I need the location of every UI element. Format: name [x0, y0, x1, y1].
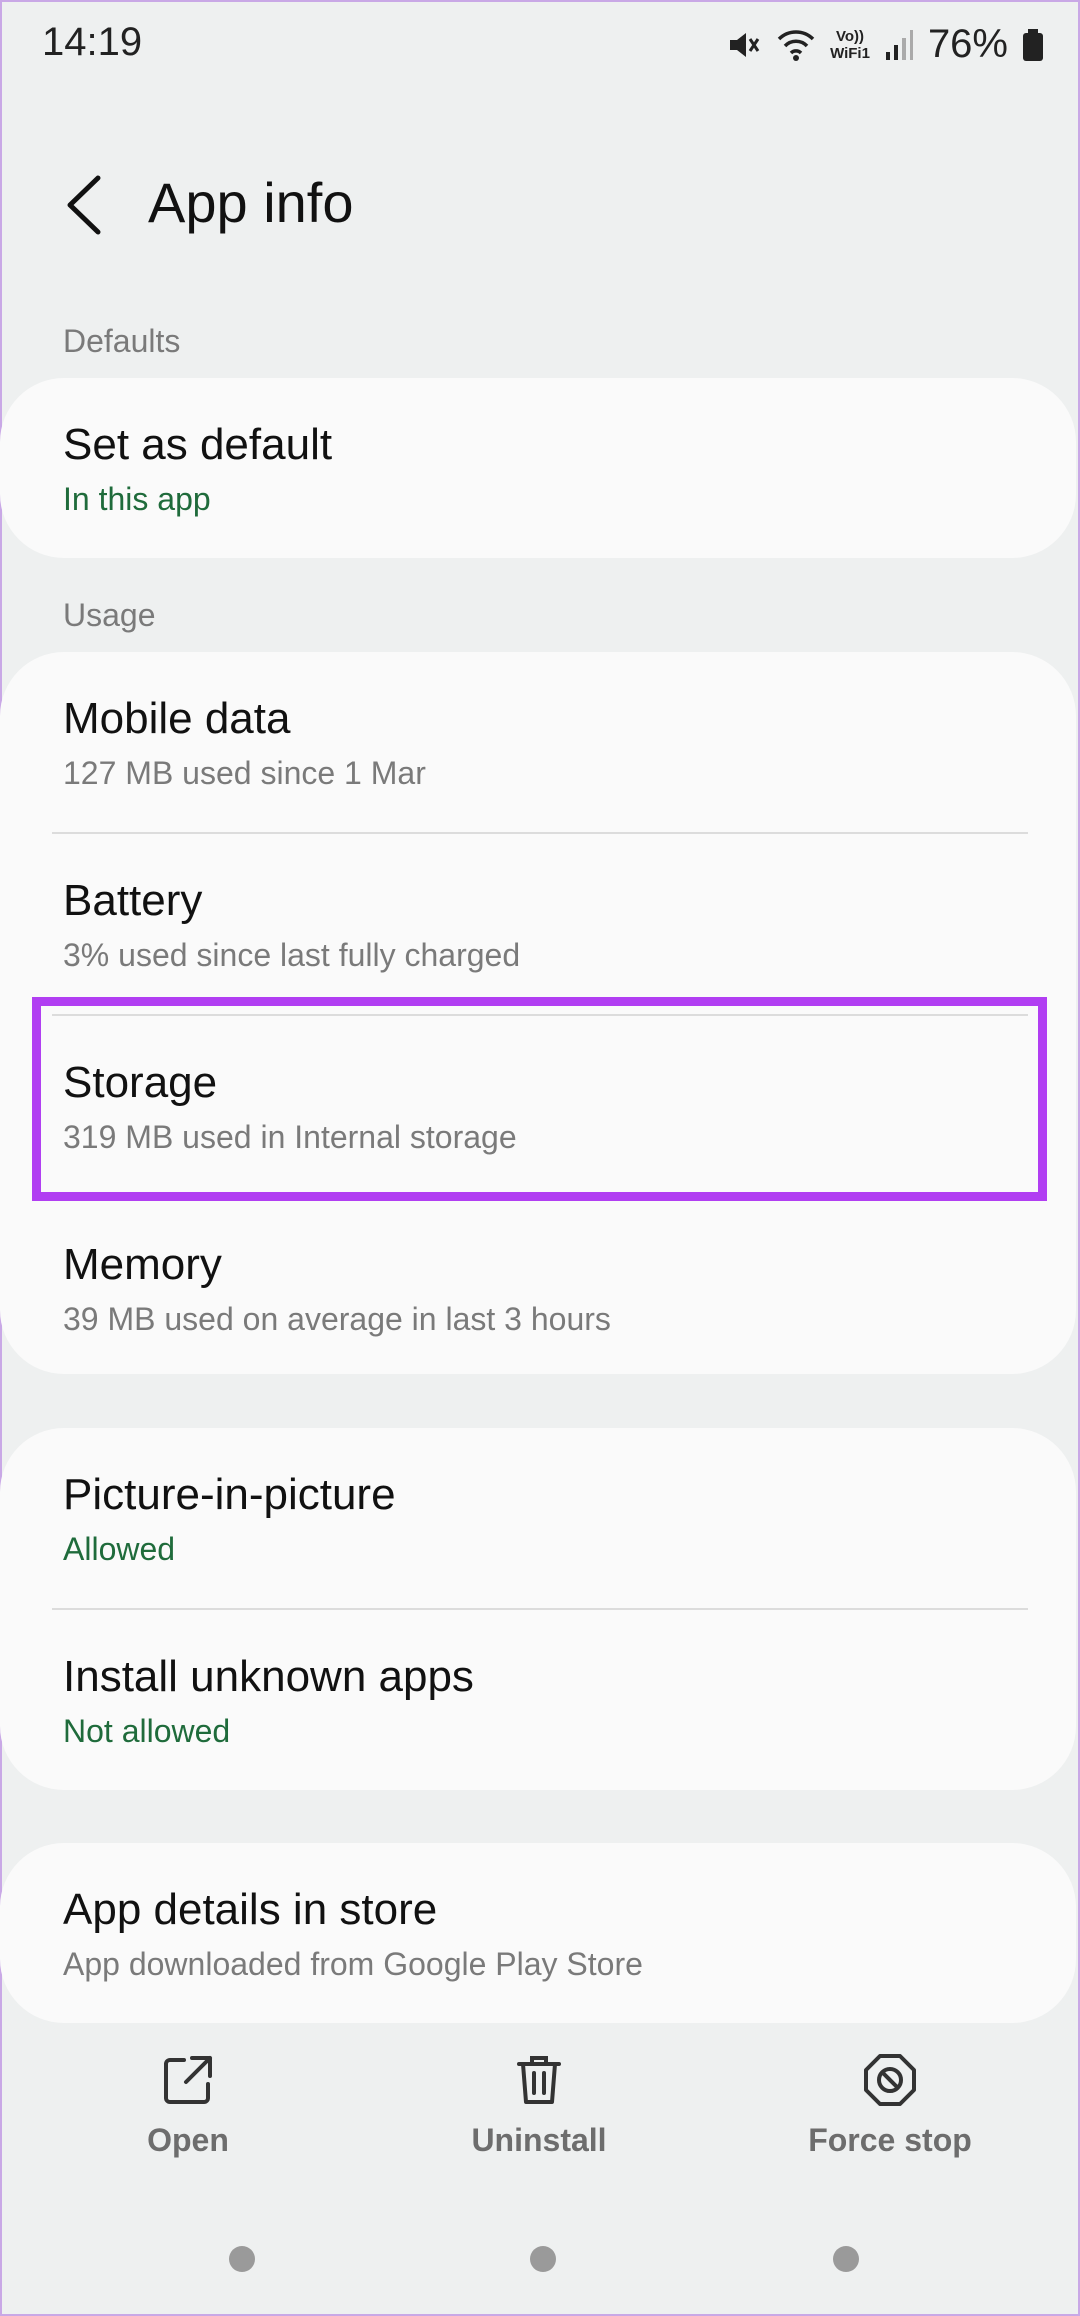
back-arrow-icon[interactable] [58, 172, 108, 238]
open-button[interactable]: Open [58, 2040, 318, 2159]
block-icon [864, 2054, 916, 2106]
navigation-bar [0, 2240, 1080, 2280]
battery-subtitle: 3% used since last fully charged [63, 937, 521, 973]
battery-item[interactable]: Battery 3% used since last fully charged [0, 834, 1076, 1014]
memory-title: Memory [63, 1240, 222, 1289]
set-as-default-subtitle: In this app [63, 481, 211, 517]
bottom-action-bar: Open Uninstall Force stop [0, 2040, 1080, 2170]
battery-percentage: 76% [927, 22, 1008, 66]
mobile-data-subtitle: 127 MB used since 1 Mar [63, 755, 426, 791]
picture-in-picture-title: Picture-in-picture [63, 1470, 396, 1519]
app-bar: App info [0, 150, 1080, 260]
set-as-default-title: Set as default [63, 420, 333, 469]
section-label-defaults: Defaults [63, 323, 181, 359]
status-bar: 14:19 Vo)) WiFi1 76% [0, 0, 1080, 90]
mobile-data-item[interactable]: Mobile data 127 MB used since 1 Mar [0, 652, 1076, 832]
mobile-data-title: Mobile data [63, 694, 291, 743]
picture-in-picture-item[interactable]: Picture-in-picture Allowed [0, 1428, 1076, 1608]
app-details-subtitle: App downloaded from Google Play Store [63, 1946, 643, 1982]
volte-top-text: Vo)) [835, 27, 865, 45]
permissions-card: Picture-in-picture Allowed Install unkno… [0, 1428, 1076, 1790]
nav-back-button[interactable] [833, 2246, 859, 2272]
battery-title: Battery [63, 876, 203, 925]
install-unknown-apps-title: Install unknown apps [63, 1652, 474, 1701]
nav-recents-button[interactable] [229, 2246, 255, 2272]
set-as-default-item[interactable]: Set as default In this app [0, 378, 1076, 558]
section-label-usage: Usage [63, 597, 156, 633]
store-card: App details in store App downloaded from… [0, 1843, 1076, 2023]
signal-icon [885, 29, 913, 60]
defaults-card: Set as default In this app [0, 378, 1076, 558]
storage-highlight-box [32, 997, 1047, 1201]
open-external-icon [164, 2056, 212, 2104]
app-details-in-store-item[interactable]: App details in store App downloaded from… [0, 1843, 1076, 2023]
mute-icon [730, 32, 760, 57]
force-stop-label: Force stop [808, 2122, 972, 2158]
nav-home-button[interactable] [530, 2246, 556, 2272]
picture-in-picture-subtitle: Allowed [63, 1531, 176, 1567]
volte-indicator: Vo)) WiFi1 [830, 28, 870, 62]
install-unknown-apps-subtitle: Not allowed [63, 1713, 231, 1749]
volte-bottom-text: WiFi1 [830, 44, 870, 62]
uninstall-button[interactable]: Uninstall [409, 2040, 669, 2159]
status-time: 14:19 [42, 20, 143, 64]
app-details-title: App details in store [63, 1885, 438, 1934]
memory-item[interactable]: Memory 39 MB used on average in last 3 h… [0, 1198, 1076, 1374]
uninstall-label: Uninstall [471, 2122, 607, 2158]
trash-icon [517, 2056, 561, 2104]
open-label: Open [147, 2122, 229, 2158]
wifi-icon [777, 29, 815, 61]
install-unknown-apps-item[interactable]: Install unknown apps Not allowed [0, 1610, 1076, 1790]
force-stop-button[interactable]: Force stop [760, 2040, 1020, 2159]
memory-subtitle: 39 MB used on average in last 3 hours [63, 1301, 611, 1337]
battery-icon [1023, 28, 1043, 61]
status-icons: Vo)) WiFi1 76% [726, 22, 1044, 67]
page-title: App info [148, 171, 354, 234]
